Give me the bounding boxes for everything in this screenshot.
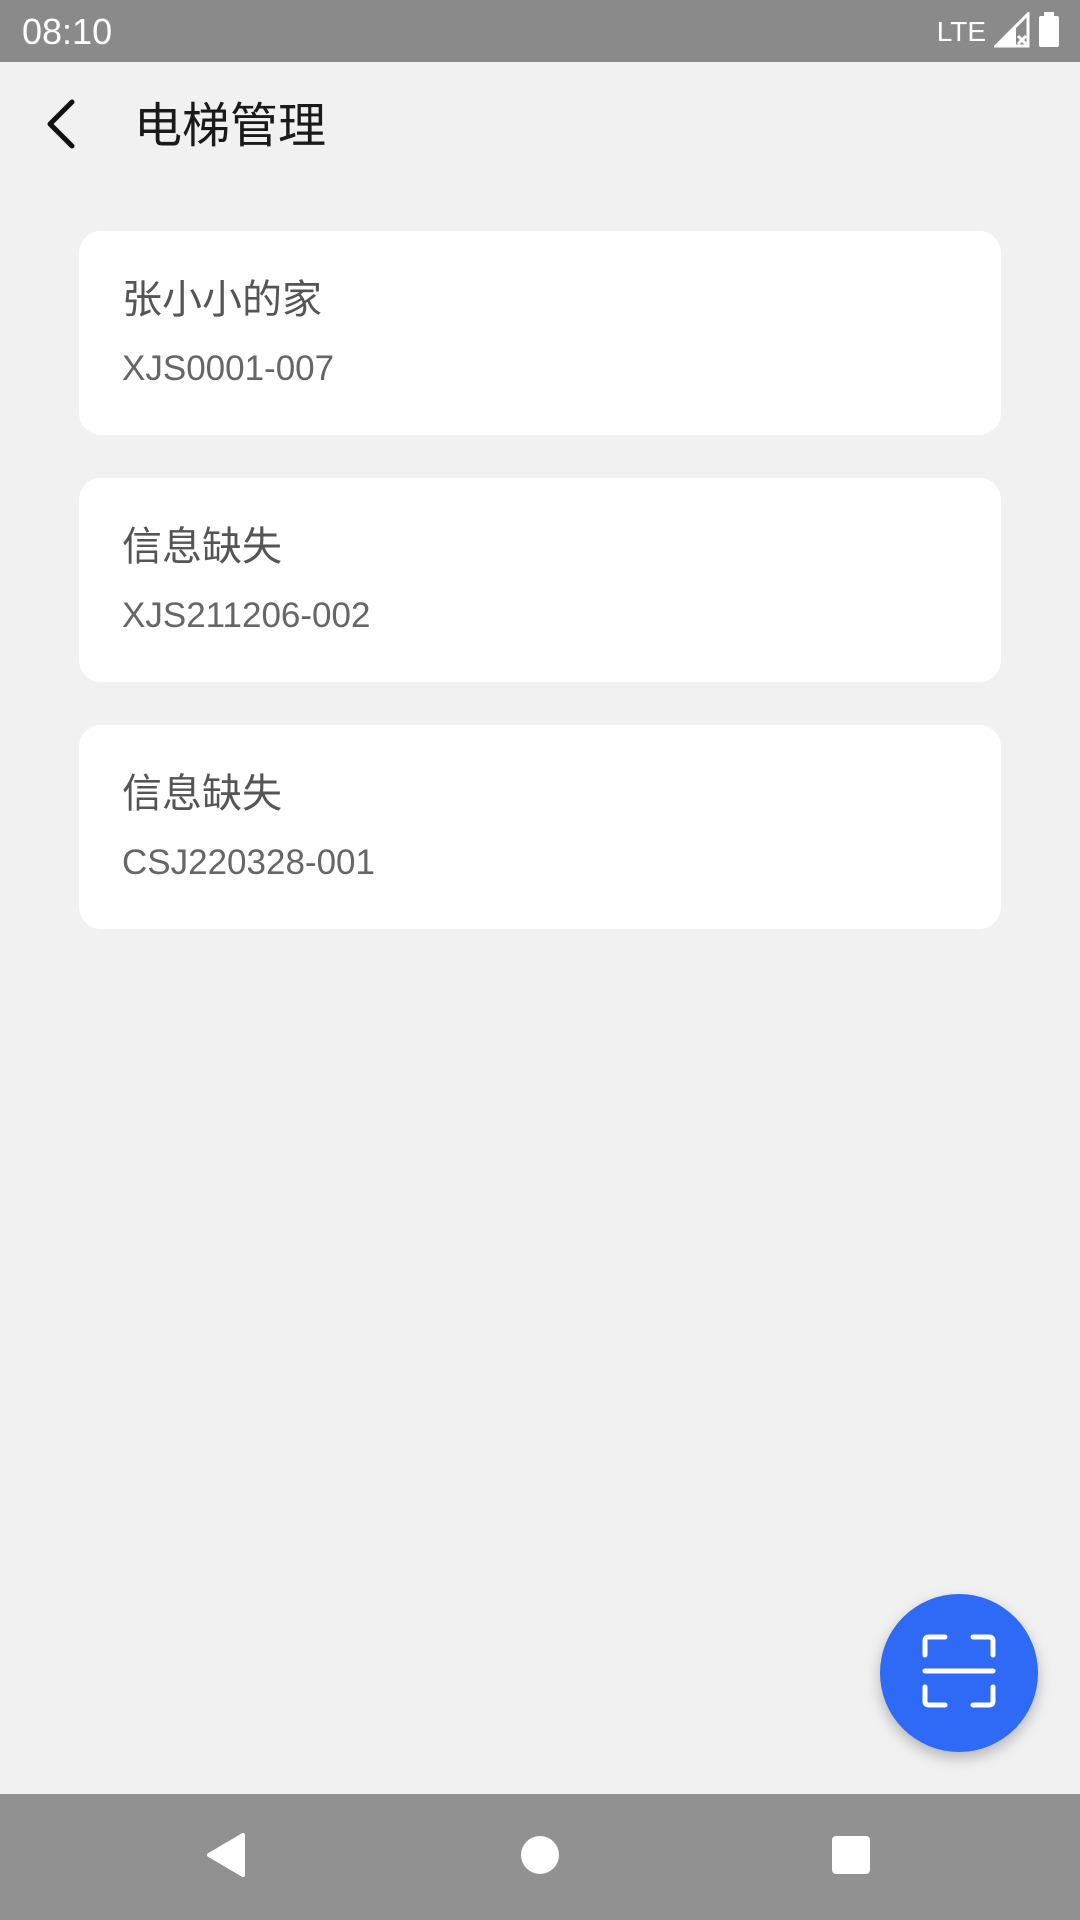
nav-back-icon [203,1831,247,1883]
nav-home-icon [518,1833,562,1881]
elevator-card[interactable]: 信息缺失 XJS211206-002 [79,478,1001,682]
nav-back-button[interactable] [192,1824,258,1890]
system-nav-bar [0,1794,1080,1920]
status-bar: 08:10 LTE [0,0,1080,62]
status-indicators: LTE [936,10,1060,52]
elevator-name: 张小小的家 [122,277,322,323]
scan-icon [921,1633,997,1713]
nav-recents-button[interactable] [818,1824,884,1890]
elevator-code: CSJ220328-001 [122,843,375,882]
elevator-code: XJS211206-002 [122,596,371,635]
elevator-card[interactable]: 张小小的家 XJS0001-007 [79,231,1001,435]
page-title: 电梯管理 [134,98,327,154]
status-time: 08:10 [22,11,113,52]
app-bar: 电梯管理 [0,62,1080,190]
elevator-card[interactable]: 信息缺失 CSJ220328-001 [79,725,1001,929]
scan-button[interactable] [880,1594,1038,1752]
arrow-back-icon [40,96,84,156]
elevator-name: 信息缺失 [122,771,282,817]
elevator-code: XJS0001-007 [122,349,335,388]
nav-recents-icon [829,1833,873,1881]
signal-icon [992,10,1030,52]
nav-home-button[interactable] [507,1824,573,1890]
back-button[interactable] [24,88,100,164]
battery-icon [1038,12,1060,52]
network-type-label: LTE [936,16,986,47]
elevator-name: 信息缺失 [122,524,282,570]
elevator-list: 张小小的家 XJS0001-007 信息缺失 XJS211206-002 信息缺… [79,231,1001,972]
